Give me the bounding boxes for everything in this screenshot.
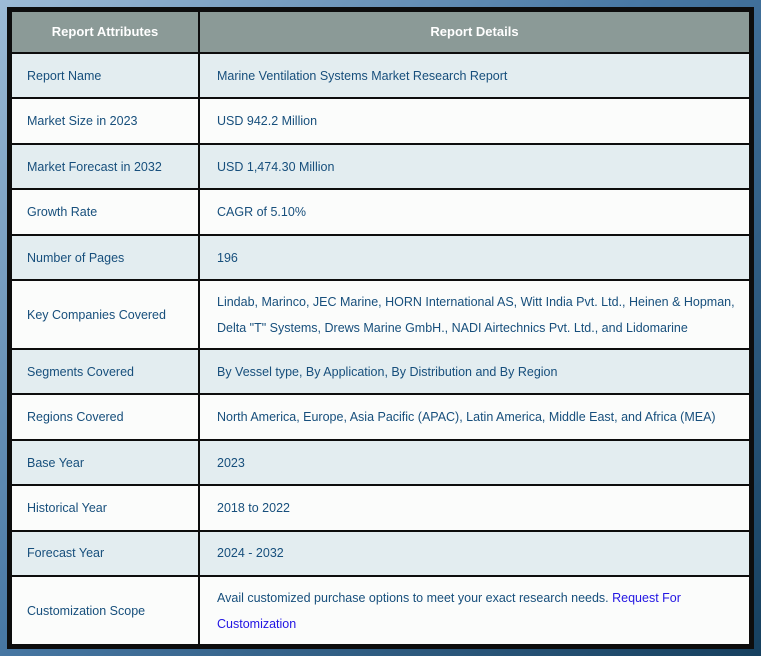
- detail-cell: 2024 - 2032: [198, 529, 751, 578]
- table-header-row: Report Attributes Report Details: [10, 10, 751, 54]
- report-attributes-table: Report Attributes Report Details Report …: [10, 10, 751, 646]
- table-row: Growth Rate CAGR of 5.10%: [10, 188, 751, 236]
- attribute-cell: Customization Scope: [10, 575, 200, 646]
- table-row: Key Companies Covered Lindab, Marinco, J…: [10, 279, 751, 350]
- header-report-attributes: Report Attributes: [10, 10, 200, 54]
- detail-text: 2018 to 2022: [217, 501, 290, 516]
- attribute-cell: Base Year: [10, 438, 200, 487]
- detail-text: USD 1,474.30 Million: [217, 159, 335, 174]
- detail-cell: 2023: [198, 438, 751, 487]
- table-row: Market Size in 2023 USD 942.2 Million: [10, 97, 751, 145]
- detail-cell: Marine Ventilation Systems Market Resear…: [198, 51, 751, 100]
- attribute-cell: Regions Covered: [10, 393, 200, 441]
- detail-text: By Vessel type, By Application, By Distr…: [217, 364, 558, 379]
- table-row: Market Forecast in 2032 USD 1,474.30 Mil…: [10, 142, 751, 191]
- detail-cell: 196: [198, 233, 751, 282]
- attribute-cell: Number of Pages: [10, 233, 200, 282]
- table-row: Base Year 2023: [10, 438, 751, 487]
- header-report-details: Report Details: [198, 10, 751, 54]
- detail-cell: North America, Europe, Asia Pacific (APA…: [198, 393, 751, 441]
- table-row: Forecast Year 2024 - 2032: [10, 529, 751, 578]
- detail-text: Avail customized purchase options to mee…: [217, 590, 613, 605]
- detail-text: Marine Ventilation Systems Market Resear…: [217, 68, 508, 83]
- detail-cell: By Vessel type, By Application, By Distr…: [198, 347, 751, 396]
- attribute-cell: Forecast Year: [10, 529, 200, 578]
- detail-cell: USD 942.2 Million: [198, 97, 751, 145]
- detail-text: 196: [217, 250, 238, 265]
- attribute-cell: Market Size in 2023: [10, 97, 200, 145]
- detail-cell: CAGR of 5.10%: [198, 188, 751, 236]
- attribute-cell: Segments Covered: [10, 347, 200, 396]
- table-row: Number of Pages 196: [10, 233, 751, 282]
- attribute-cell: Historical Year: [10, 484, 200, 532]
- detail-cell: Lindab, Marinco, JEC Marine, HORN Intern…: [198, 279, 751, 350]
- report-summary-table: Report Attributes Report Details Report …: [7, 7, 754, 649]
- table-row: Report Name Marine Ventilation Systems M…: [10, 51, 751, 100]
- detail-cell: 2018 to 2022: [198, 484, 751, 532]
- attribute-cell: Key Companies Covered: [10, 279, 200, 350]
- table-row: Customization Scope Avail customized pur…: [10, 575, 751, 646]
- table-row: Regions Covered North America, Europe, A…: [10, 393, 751, 441]
- attribute-cell: Market Forecast in 2032: [10, 142, 200, 191]
- detail-text: Lindab, Marinco, JEC Marine, HORN Intern…: [217, 294, 735, 335]
- table-row: Historical Year 2018 to 2022: [10, 484, 751, 532]
- detail-text: CAGR of 5.10%: [217, 205, 306, 220]
- detail-text: 2024 - 2032: [217, 546, 284, 561]
- detail-cell: Avail customized purchase options to mee…: [198, 575, 751, 646]
- attribute-cell: Report Name: [10, 51, 200, 100]
- attribute-cell: Growth Rate: [10, 188, 200, 236]
- detail-cell: USD 1,474.30 Million: [198, 142, 751, 191]
- detail-text: USD 942.2 Million: [217, 114, 318, 129]
- table-row: Segments Covered By Vessel type, By Appl…: [10, 347, 751, 396]
- window-frame: Report Attributes Report Details Report …: [0, 0, 761, 656]
- detail-text: 2023: [217, 455, 245, 470]
- detail-text: North America, Europe, Asia Pacific (APA…: [217, 410, 716, 425]
